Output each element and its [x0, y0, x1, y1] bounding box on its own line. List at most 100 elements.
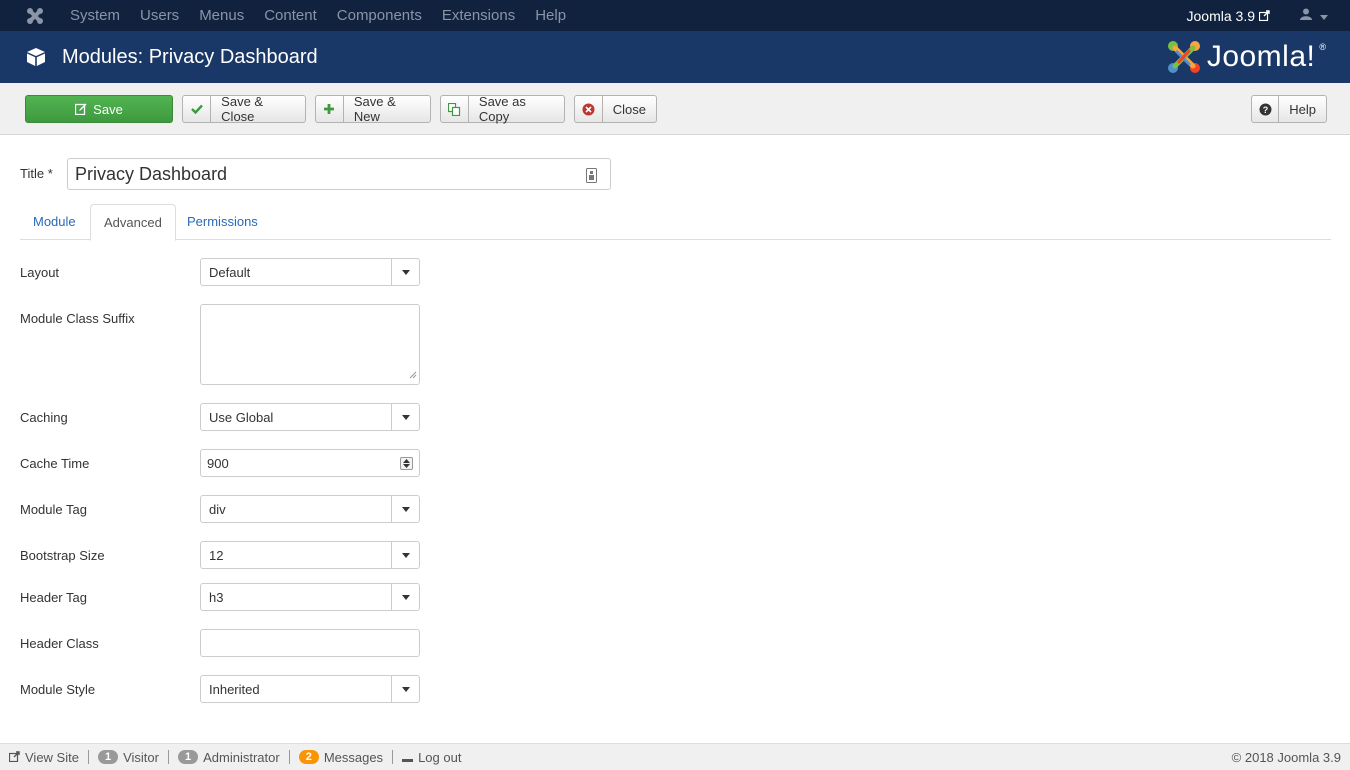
- module-class-suffix-label: Module Class Suffix: [20, 311, 135, 326]
- layout-label: Layout: [20, 265, 60, 280]
- menu-extensions[interactable]: Extensions: [432, 0, 525, 31]
- caret-down-icon: [391, 496, 419, 522]
- copyright-text: © 2018 Joomla 3.9: [1231, 749, 1341, 765]
- save-new-label: Save & New: [353, 94, 396, 124]
- password-manager-icon: [586, 167, 597, 188]
- menu-users[interactable]: Users: [130, 0, 189, 31]
- tab-bar: Module Advanced Permissions: [20, 204, 1331, 241]
- copy-icon: [441, 96, 469, 122]
- caret-down-icon: [1320, 8, 1328, 23]
- view-site-link[interactable]: View Site: [0, 750, 88, 765]
- save-close-button[interactable]: Save & Close: [182, 94, 306, 124]
- menu-components[interactable]: Components: [327, 0, 432, 31]
- bootstrap-size-select[interactable]: 12: [200, 541, 420, 569]
- site-version-link[interactable]: Joomla 3.9: [1187, 8, 1270, 24]
- help-button[interactable]: ? Help: [1251, 95, 1327, 123]
- tab-module[interactable]: Module: [20, 204, 89, 240]
- edit-icon: [75, 96, 87, 122]
- header-tag-value: h3: [209, 589, 224, 605]
- caret-down-icon: [391, 584, 419, 610]
- caret-down-icon: [391, 676, 419, 702]
- status-bar: View Site 1 Visitor 1 Administrator 2 Me…: [0, 743, 1350, 770]
- bootstrap-size-label: Bootstrap Size: [20, 548, 105, 563]
- user-icon: [1300, 8, 1312, 23]
- visitors-link[interactable]: 1 Visitor: [89, 750, 168, 765]
- cube-icon: [24, 45, 48, 69]
- title-label: Title *: [20, 166, 53, 181]
- layout-value: Default: [209, 264, 251, 280]
- messages-count-badge: 2: [298, 750, 319, 764]
- visitor-count-badge: 1: [97, 750, 119, 764]
- menu-help[interactable]: Help: [525, 0, 576, 31]
- save-button[interactable]: Save: [25, 95, 173, 123]
- version-label: Joomla 3.9: [1186, 7, 1255, 24]
- caching-label: Caching: [20, 410, 68, 425]
- module-style-value: Inherited: [209, 681, 260, 697]
- admin-label: Administrator: [203, 749, 280, 765]
- save-as-copy-label: Save as Copy: [478, 94, 526, 124]
- cache-time-value: 900: [207, 455, 229, 471]
- help-label: Help: [1289, 101, 1316, 117]
- caching-select[interactable]: Use Global: [200, 403, 420, 431]
- joomla-menu-icon[interactable]: [20, 7, 50, 25]
- joomla-logo-icon: [1167, 41, 1200, 73]
- caching-value: Use Global: [209, 409, 274, 425]
- cache-time-input[interactable]: 900: [200, 449, 420, 477]
- header-class-input[interactable]: [200, 629, 420, 657]
- save-label: Save: [93, 101, 123, 117]
- module-tag-label: Module Tag: [20, 502, 87, 517]
- top-navbar: System Users Menus Content Components Ex…: [0, 0, 1350, 31]
- logout-label: Log out: [418, 749, 462, 765]
- svg-text:?: ?: [1262, 105, 1268, 115]
- save-new-button[interactable]: Save & New: [315, 94, 431, 124]
- question-icon: ?: [1252, 96, 1280, 122]
- check-icon: [183, 96, 212, 122]
- module-tag-select[interactable]: div: [200, 495, 420, 523]
- admin-count-badge: 1: [177, 750, 199, 764]
- cache-time-label: Cache Time: [20, 456, 90, 471]
- caret-down-icon: [391, 259, 419, 285]
- save-close-label: Save & Close: [221, 94, 264, 124]
- header-tag-label: Header Tag: [20, 590, 87, 605]
- menu-system[interactable]: System: [60, 0, 130, 31]
- tab-permissions[interactable]: Permissions: [174, 204, 271, 240]
- header-class-label: Header Class: [20, 636, 99, 651]
- module-class-suffix-textarea[interactable]: [200, 304, 420, 385]
- logout-link[interactable]: Log out: [393, 750, 470, 765]
- resize-grip-icon[interactable]: [409, 367, 417, 382]
- title-input[interactable]: Privacy Dashboard: [67, 158, 611, 190]
- registered-mark: ®: [1319, 42, 1326, 52]
- close-label: Close: [612, 101, 646, 117]
- header-tag-select[interactable]: h3: [200, 583, 420, 611]
- toolbar: Save Save & Close Save & New Save as Cop…: [0, 83, 1350, 135]
- close-button[interactable]: Close: [574, 95, 657, 123]
- module-style-label: Module Style: [20, 682, 96, 697]
- layout-select[interactable]: Default: [200, 258, 420, 286]
- minus-icon: [402, 750, 414, 765]
- external-link-icon: [1258, 8, 1270, 24]
- number-spinner-icon[interactable]: [400, 457, 413, 470]
- title-value: Privacy Dashboard: [75, 163, 228, 184]
- joomla-wordmark: Joomla!: [1206, 40, 1316, 73]
- messages-label: Messages: [323, 749, 384, 765]
- plus-icon: [316, 96, 344, 122]
- menu-content[interactable]: Content: [254, 0, 327, 31]
- visitor-label: Visitor: [123, 749, 159, 765]
- caret-down-icon: [391, 542, 419, 568]
- external-link-icon: [8, 750, 20, 765]
- page-header: Modules: Privacy Dashboard Joomla! ®: [0, 31, 1350, 83]
- menu-menus[interactable]: Menus: [189, 0, 254, 31]
- save-as-copy-button[interactable]: Save as Copy: [440, 94, 565, 124]
- bootstrap-size-value: 12: [209, 547, 224, 563]
- module-style-select[interactable]: Inherited: [200, 675, 420, 703]
- view-site-label: View Site: [25, 749, 79, 765]
- messages-link[interactable]: 2 Messages: [290, 750, 392, 765]
- module-tag-value: div: [209, 501, 226, 517]
- joomla-brand-logo: Joomla! ®: [1165, 38, 1326, 76]
- user-menu[interactable]: [1300, 8, 1328, 23]
- administrators-link[interactable]: 1 Administrator: [169, 750, 289, 765]
- tab-advanced[interactable]: Advanced: [90, 204, 176, 241]
- caret-down-icon: [391, 404, 419, 430]
- page-title: Modules: Privacy Dashboard: [62, 45, 318, 68]
- close-circle-icon: [575, 96, 603, 122]
